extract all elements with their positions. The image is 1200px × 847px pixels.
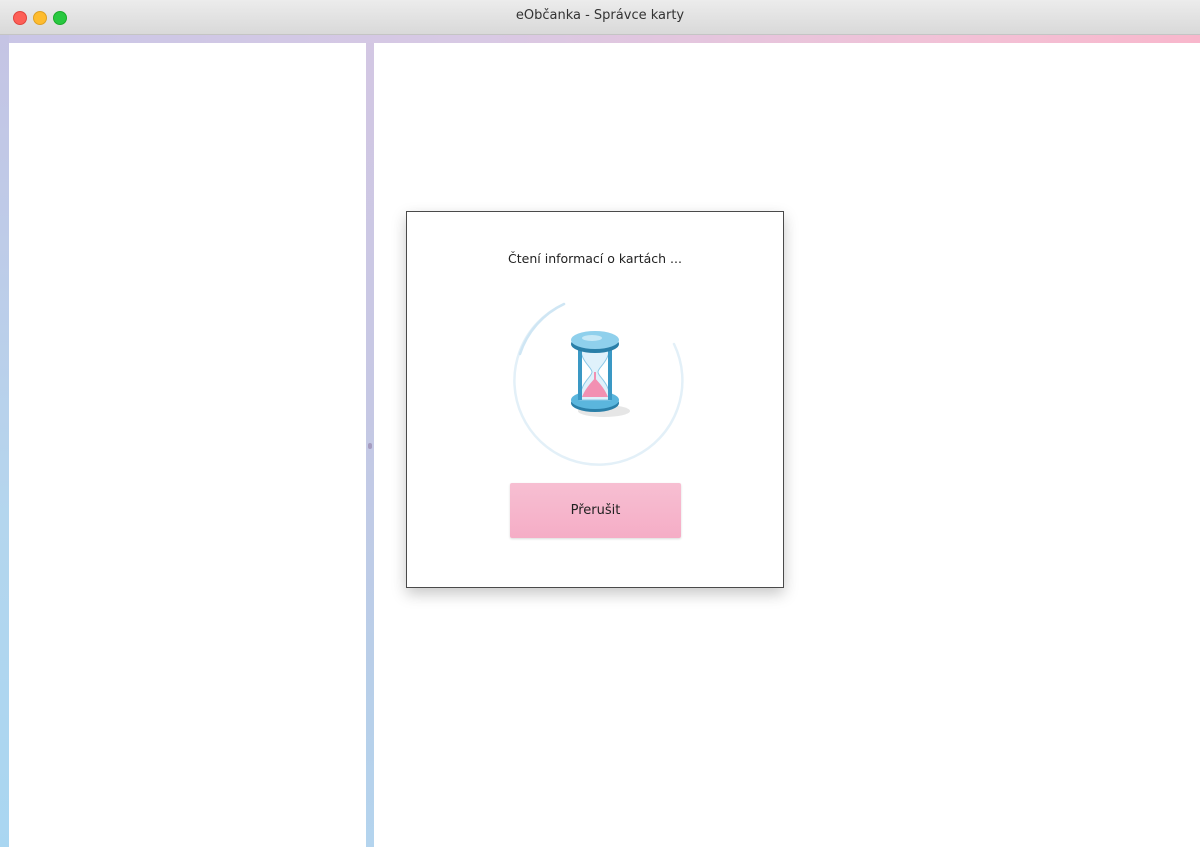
progress-dialog: Čtení informací o kartách ... Přerušit — [406, 211, 784, 588]
sidebar-panel — [9, 43, 366, 847]
header-stripe — [0, 35, 1200, 43]
hourglass-icon — [571, 331, 630, 417]
loading-spinner — [513, 302, 684, 466]
dialog-message: Čtení informací o kartách ... — [508, 251, 682, 266]
window-title: eObčanka - Správce karty — [515, 8, 685, 23]
cancel-button[interactable]: Přerušit — [510, 483, 681, 538]
title-bar[interactable]: eObčanka - Správce karty — [0, 0, 1200, 35]
left-frame — [0, 35, 9, 847]
app-window: eObčanka - Správce karty Čtení informací… — [0, 0, 1200, 847]
divider-handle[interactable] — [368, 443, 372, 449]
